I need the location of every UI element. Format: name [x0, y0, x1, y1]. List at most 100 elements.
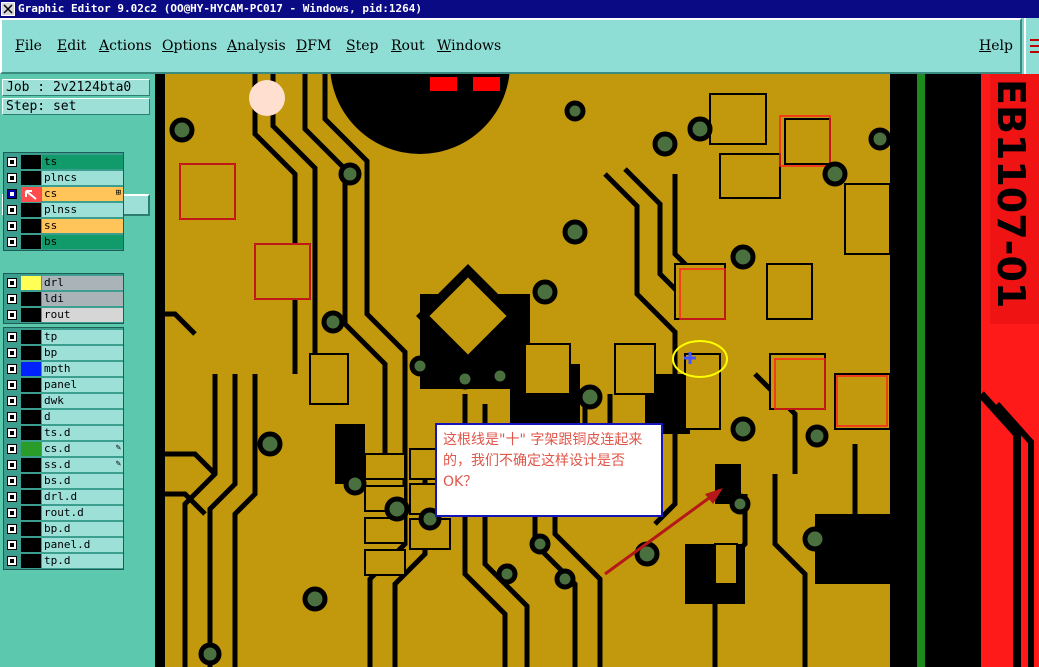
menu-step[interactable]: Step [346, 38, 378, 54]
layer-row-tp-d[interactable]: tp.d [5, 554, 123, 568]
silkscreen-area: EB1107-01 [978, 74, 1039, 667]
menu-help[interactable]: Help [979, 38, 1013, 54]
layer-row-ts[interactable]: ts [5, 155, 123, 169]
layer-checkbox[interactable] [7, 221, 17, 231]
layer-row-cs-d[interactable]: cs.d ✎ [5, 442, 123, 456]
menu-dfm[interactable]: DFM [296, 38, 331, 54]
menu-edit[interactable]: Edit [57, 38, 86, 54]
layer-checkbox[interactable] [7, 205, 17, 215]
layer-checkbox[interactable] [7, 444, 17, 454]
layer-color-swatch[interactable] [21, 155, 41, 169]
layer-color-swatch[interactable] [21, 292, 41, 306]
layer-checkbox[interactable] [7, 476, 17, 486]
layer-checkbox[interactable] [7, 173, 17, 183]
layer-checkbox[interactable] [7, 237, 17, 247]
layer-color-swatch[interactable] [21, 171, 41, 185]
layer-name: cs [42, 187, 123, 201]
layer-color-swatch[interactable] [21, 522, 41, 536]
layer-checkbox[interactable] [7, 556, 17, 566]
layer-row-bs[interactable]: bs [5, 235, 123, 249]
layer-checkbox[interactable] [7, 492, 17, 502]
layer-color-swatch[interactable] [21, 187, 41, 202]
layer-color-swatch[interactable] [21, 346, 41, 360]
via-pad [198, 642, 222, 666]
layer-row-bp-d[interactable]: bp.d [5, 522, 123, 536]
layer-color-swatch[interactable] [21, 410, 41, 424]
via-pad [687, 116, 713, 142]
layer-checkbox[interactable] [7, 348, 17, 358]
menu-rout[interactable]: Rout [391, 38, 425, 54]
layer-color-swatch[interactable] [21, 442, 41, 456]
layer-row-panel[interactable]: panel [5, 378, 123, 392]
layer-checkbox[interactable] [7, 294, 17, 304]
layer-row-panel-d[interactable]: panel.d [5, 538, 123, 552]
pcb-board-view[interactable]: EB1107-01 [155, 74, 1039, 667]
layer-row-drl-d[interactable]: drl.d [5, 490, 123, 504]
menu-windows[interactable]: Windows [437, 38, 501, 54]
layer-color-swatch[interactable] [21, 538, 41, 552]
layer-row-plnss[interactable]: plnss [5, 203, 123, 217]
layer-color-swatch[interactable] [21, 378, 41, 392]
app-system-icon[interactable] [1, 2, 15, 16]
layer-checkbox[interactable] [7, 508, 17, 518]
layer-checkbox[interactable] [7, 524, 17, 534]
layer-color-swatch[interactable] [21, 235, 41, 249]
layer-checkbox[interactable] [7, 540, 17, 550]
layer-row-cs[interactable]: cs ⊞ [5, 187, 123, 202]
layer-checkbox[interactable] [7, 189, 17, 199]
layer-checkbox[interactable] [7, 310, 17, 320]
via-pad [529, 533, 551, 555]
via-pad [496, 563, 518, 585]
layer-color-swatch[interactable] [21, 203, 41, 217]
via-pad [822, 161, 848, 187]
layer-group: ts plncs cs ⊞ plnss ss bs [3, 152, 124, 251]
layer-name: tp [42, 330, 123, 344]
layer-row-tp[interactable]: tp [5, 330, 123, 344]
layer-color-swatch[interactable] [21, 308, 41, 322]
layer-row-ss[interactable]: ss [5, 219, 123, 233]
layer-checkbox[interactable] [7, 157, 17, 167]
via-pad [577, 384, 603, 410]
layer-row-rout[interactable]: rout [5, 308, 123, 322]
layer-color-swatch[interactable] [21, 330, 41, 344]
layer-checkbox[interactable] [7, 380, 17, 390]
layer-checkbox[interactable] [7, 412, 17, 422]
layer-row-bp[interactable]: bp [5, 346, 123, 360]
menu-file[interactable]: File [15, 38, 42, 54]
layer-row-ss-d[interactable]: ss.d ✎ [5, 458, 123, 472]
layer-checkbox[interactable] [7, 332, 17, 342]
layer-color-swatch[interactable] [21, 426, 41, 440]
layer-row-plncs[interactable]: plncs [5, 171, 123, 185]
layer-row-mpth[interactable]: mpth [5, 362, 123, 376]
layer-color-swatch[interactable] [21, 276, 41, 290]
menu-options[interactable]: Options [162, 38, 217, 54]
layer-checkbox[interactable] [7, 364, 17, 374]
menu-actions[interactable]: Actions [99, 38, 152, 54]
layer-row-drl[interactable]: drl [5, 276, 123, 290]
layer-color-swatch[interactable] [21, 362, 41, 376]
step-name-field: Step: set [2, 98, 150, 115]
layer-checkbox[interactable] [7, 278, 17, 288]
graphic-canvas[interactable]: EB1107-01 [155, 74, 1039, 667]
layer-color-swatch[interactable] [21, 506, 41, 520]
layer-row-bs-d[interactable]: bs.d [5, 474, 123, 488]
layer-color-swatch[interactable] [21, 474, 41, 488]
layer-row-ts-d[interactable]: ts.d [5, 426, 123, 440]
layer-row-d[interactable]: d [5, 410, 123, 424]
layer-checkbox[interactable] [7, 428, 17, 438]
layer-color-swatch[interactable] [21, 394, 41, 408]
layer-color-swatch[interactable] [21, 554, 41, 568]
via-pad [454, 368, 476, 390]
layer-color-swatch[interactable] [21, 219, 41, 233]
layer-color-swatch[interactable] [21, 490, 41, 504]
layer-checkbox[interactable] [7, 460, 17, 470]
layer-color-swatch[interactable] [21, 458, 41, 472]
toolbar-handle-icon[interactable] [1029, 36, 1039, 56]
layer-row-ldi[interactable]: ldi [5, 292, 123, 306]
layer-row-rout-d[interactable]: rout.d [5, 506, 123, 520]
via-pad [257, 431, 283, 457]
layer-checkbox[interactable] [7, 396, 17, 406]
layer-row-dwk[interactable]: dwk [5, 394, 123, 408]
menu-analysis[interactable]: Analysis [227, 38, 286, 54]
edit-marker-icon: ✎ [115, 459, 121, 469]
